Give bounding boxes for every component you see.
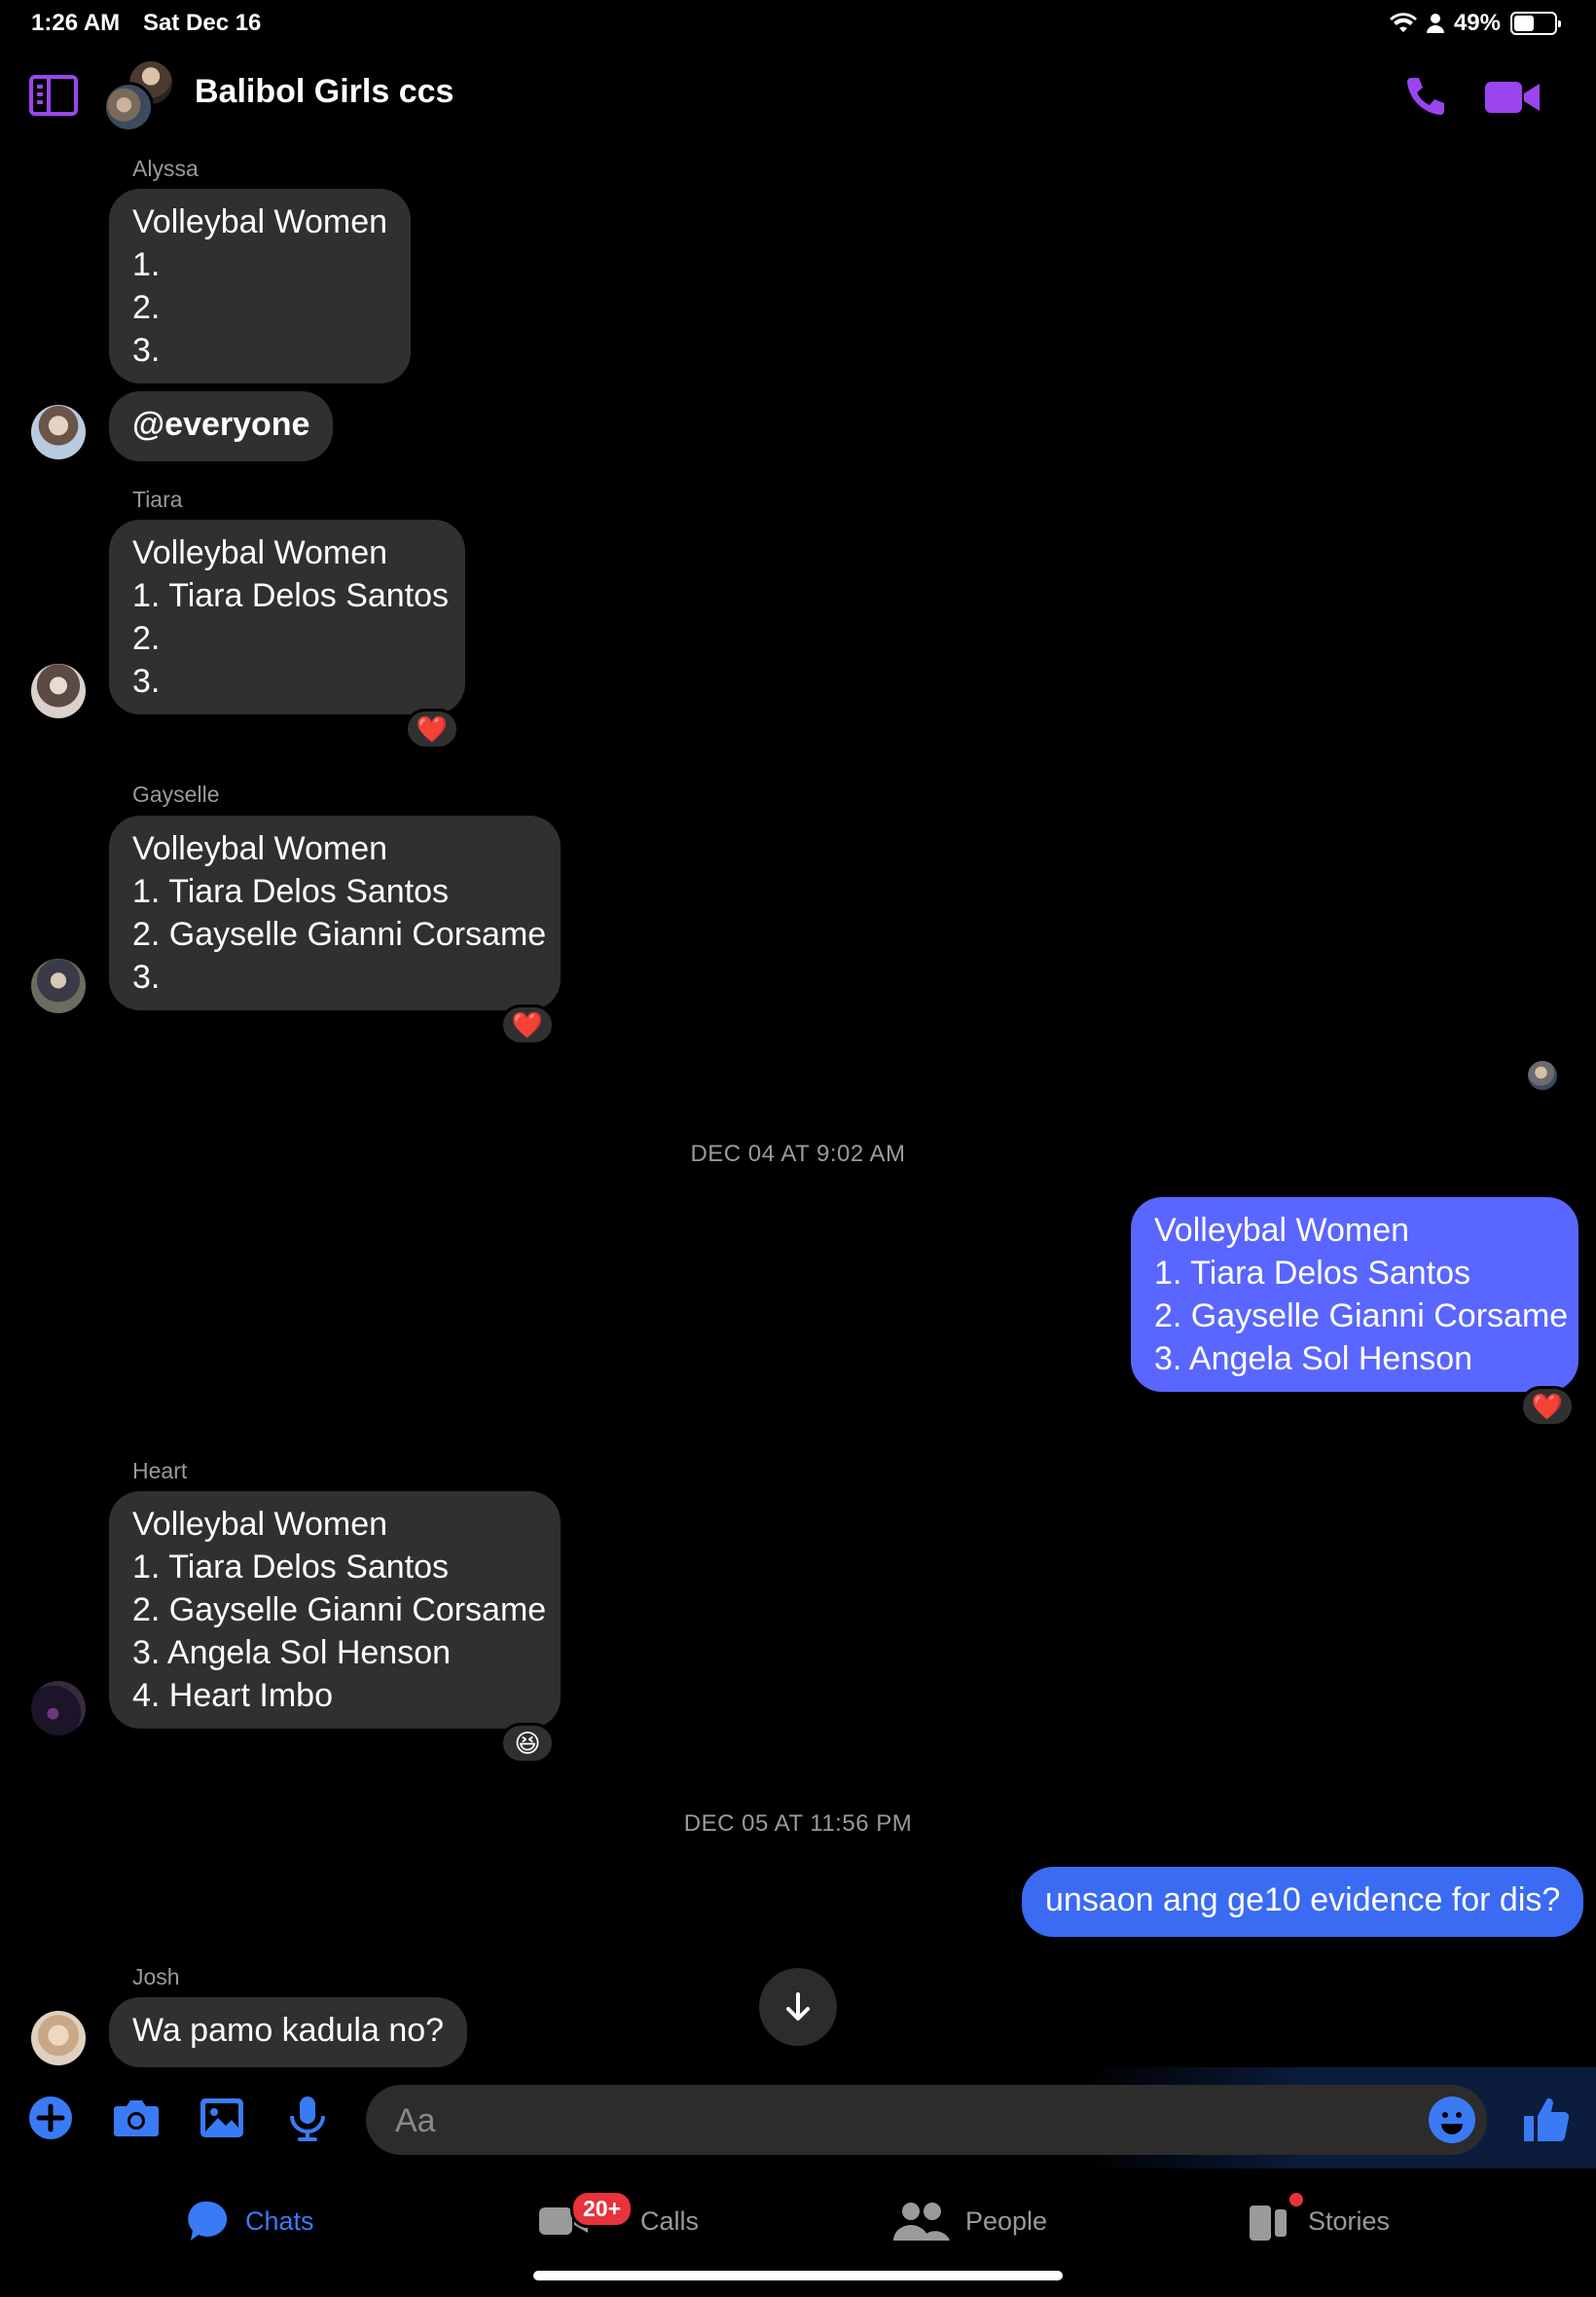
message-line: 1. Tiara Delos Santos [1154,1255,1471,1292]
seen-receipt-avatar [1528,1061,1557,1090]
person-icon [1426,14,1444,33]
outgoing-message-bubble[interactable]: unsaon ang ge10 evidence for dis? [1022,1867,1584,1937]
message-line: Volleybal Women [132,203,388,240]
message-line: 3. [132,959,161,996]
tab-label: Stories [1308,2206,1391,2236]
reaction-badge[interactable]: ❤️ [1520,1386,1575,1427]
microphone-icon[interactable] [282,2093,333,2143]
sender-name: Heart [132,1458,188,1483]
message-composer: Aa [0,2067,1596,2169]
timestamp-divider: DEC 04 AT 9:02 AM [690,1141,906,1167]
reaction-badge[interactable]: ❤️ [405,709,459,749]
tab-label: People [965,2206,1048,2236]
avatar[interactable] [31,664,86,718]
message-line: 1. Tiara Delos Santos [132,577,450,614]
message-line: Volleybal Women [132,1506,388,1543]
message-bubble[interactable]: @everyone [109,391,334,461]
stories-unread-dot [1287,2190,1306,2209]
message-bubble[interactable]: Volleybal Women 1. 2. 3. [109,189,411,383]
message-line: 1. [132,246,161,283]
scroll-to-bottom-button[interactable] [759,1968,837,2046]
reaction-badge[interactable]: ❤️ [500,1004,555,1045]
message-line: Volleybal Women [1154,1212,1410,1249]
tab-stories[interactable]: Stories [1248,2196,1390,2246]
plus-icon[interactable] [25,2093,76,2143]
arrow-down-icon [786,1992,810,2021]
message-line: 2. Gayselle Gianni Corsame [132,1591,547,1628]
message-line: 2. Gayselle Gianni Corsame [132,916,547,953]
chat-header: Balibol Girls ccs [0,49,1596,141]
status-right: 49% [1389,10,1561,37]
thumbs-up-icon[interactable] [1520,2093,1573,2145]
message-input-placeholder: Aa [395,2102,436,2139]
message-line: 1. Tiara Delos Santos [132,873,450,910]
message-line: Volleybal Women [132,830,388,867]
message-bubble[interactable]: Wa pamo kadula no? [109,1997,468,2067]
message-bubble[interactable]: Volleybal Women 1. Tiara Delos Santos 2.… [109,816,561,1010]
message-line: 4. Heart Imbo [132,1677,333,1714]
chat-title[interactable]: Balibol Girls ccs [195,73,453,111]
sender-name: Alyssa [132,156,199,181]
message-line: 3. [132,332,161,369]
group-avatar-secondary[interactable] [103,82,154,132]
message-bubble[interactable]: Volleybal Women 1. Tiara Delos Santos 2.… [109,520,465,714]
mention-text: @everyone [132,406,310,443]
reaction-badge[interactable]: 😆 [500,1723,555,1764]
sidebar-toggle-icon[interactable] [29,75,78,116]
status-bar: 1:26 AM Sat Dec 16 49% [0,0,1596,49]
outgoing-message-bubble[interactable]: Volleybal Women 1. Tiara Delos Santos 2.… [1131,1197,1578,1392]
message-line: unsaon ang ge10 evidence for dis? [1045,1881,1561,1918]
chat-bubble-icon [188,2201,228,2241]
camera-icon[interactable] [111,2093,162,2143]
message-line: Wa pamo kadula no? [132,2012,445,2049]
tab-chats[interactable]: Chats [185,2196,314,2246]
message-line: 2. [132,620,161,657]
message-line: 3. [132,663,161,700]
notification-badge: 20+ [570,2190,635,2228]
tab-people[interactable]: People [891,2196,1047,2246]
timestamp-divider: DEC 05 AT 11:56 PM [683,1810,913,1837]
home-indicator[interactable] [533,2271,1063,2280]
sender-name: Josh [132,1964,180,1989]
people-icon [893,2203,950,2241]
photo-gallery-icon[interactable] [197,2093,247,2143]
status-date: Sat Dec 16 [143,10,262,36]
wifi-icon [1389,13,1417,32]
avatar[interactable] [31,2011,86,2065]
message-bubble[interactable]: Volleybal Women 1. Tiara Delos Santos 2.… [109,1491,561,1729]
battery-percent: 49% [1453,10,1501,36]
message-line: Volleybal Women [132,534,388,571]
avatar[interactable] [31,959,86,1013]
avatar[interactable] [31,405,86,459]
status-time: 1:26 AM [31,10,121,36]
sender-name: Tiara [132,487,183,512]
message-line: 1. Tiara Delos Santos [132,1549,450,1586]
emoji-icon[interactable] [1429,2096,1475,2143]
tab-label: Calls [640,2206,700,2236]
battery-icon [1510,12,1561,35]
message-line: 2. [132,289,161,326]
avatar[interactable] [31,1681,86,1735]
tab-label: Chats [245,2206,314,2236]
phone-call-icon[interactable] [1401,74,1448,121]
message-line: 3. Angela Sol Henson [132,1634,452,1671]
message-line: 2. Gayselle Gianni Corsame [1154,1297,1569,1334]
sender-name: Gayselle [132,782,220,807]
message-input[interactable]: Aa [366,2085,1487,2155]
video-call-icon[interactable] [1485,78,1540,117]
message-line: 3. Angela Sol Henson [1154,1340,1473,1377]
